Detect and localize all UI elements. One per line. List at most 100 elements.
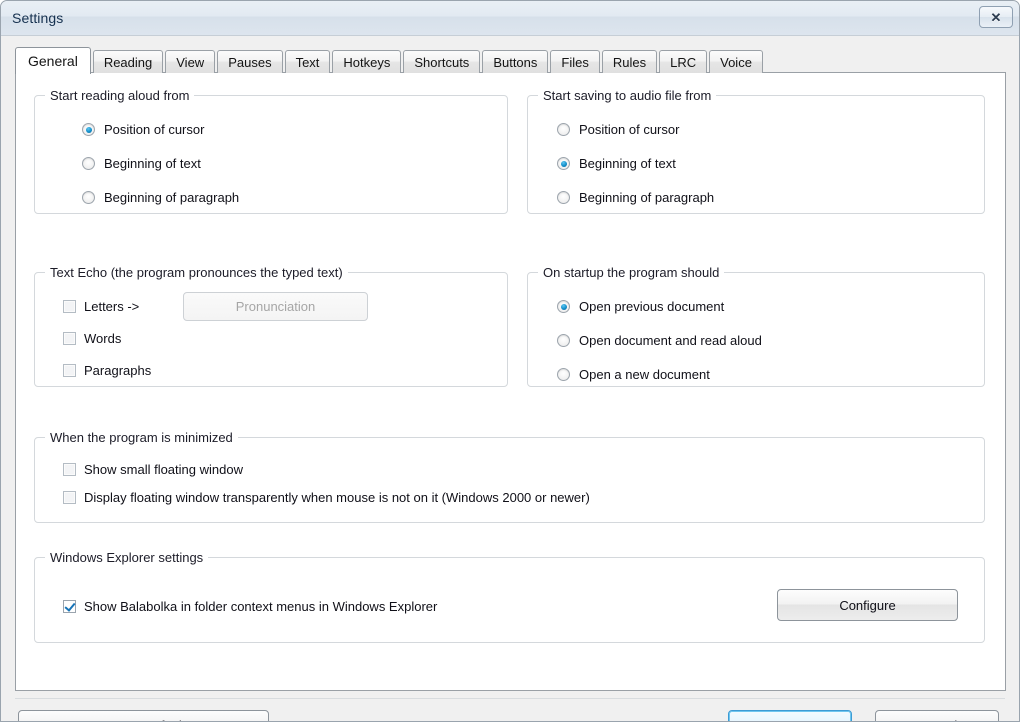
radio-label: Open previous document: [579, 299, 725, 314]
group-text-echo: Text Echo (the program pronounces the ty…: [34, 265, 508, 387]
tab-label: Hotkeys: [343, 54, 391, 70]
button-label: Configure: [839, 597, 896, 613]
checkbox-label: Show Balabolka in folder context menus i…: [84, 599, 438, 614]
checkbox-indicator-icon: [63, 491, 76, 504]
radio-startup-open-and-read-aloud[interactable]: Open document and read aloud: [557, 333, 762, 348]
group-legend: On startup the program should: [538, 265, 725, 280]
tab-hotkeys[interactable]: Hotkeys: [332, 50, 402, 73]
radio-startup-open-previous-document[interactable]: Open previous document: [557, 299, 724, 314]
checkbox-indicator-icon: [63, 600, 76, 613]
radio-saving-beginning-of-paragraph[interactable]: Beginning of paragraph: [557, 190, 714, 205]
checkbox-indicator-icon: [63, 300, 76, 313]
restore-defaults-button[interactable]: Restore Defaults: [18, 710, 269, 721]
group-on-startup: On startup the program should Open previ…: [527, 265, 985, 387]
titlebar: Settings ✕: [1, 1, 1019, 36]
radio-label: Beginning of paragraph: [104, 190, 240, 205]
tab-label: LRC: [670, 54, 697, 70]
radio-label: Position of cursor: [579, 122, 680, 137]
checkbox-text-echo-words[interactable]: Words: [63, 331, 121, 346]
tab-strip: General Reading View Pauses Text Hotkeys…: [15, 47, 1005, 74]
radio-indicator-icon: [82, 123, 95, 136]
cancel-button[interactable]: Cancel: [875, 710, 999, 721]
radio-saving-beginning-of-text[interactable]: Beginning of text: [557, 156, 676, 171]
tab-view[interactable]: View: [165, 50, 216, 73]
checkbox-text-echo-letters[interactable]: Letters ->: [63, 299, 139, 314]
radio-indicator-icon: [82, 191, 95, 204]
checkbox-display-floating-transparently[interactable]: Display floating window transparently wh…: [63, 490, 590, 505]
radio-label: Beginning of text: [104, 156, 201, 171]
tab-buttons[interactable]: Buttons: [482, 50, 549, 73]
tab-pauses[interactable]: Pauses: [217, 50, 283, 73]
radio-label: Open document and read aloud: [579, 333, 762, 348]
tab-label: Pauses: [228, 54, 272, 70]
radio-reading-beginning-of-text[interactable]: Beginning of text: [82, 156, 201, 171]
radio-indicator-icon: [557, 191, 570, 204]
radio-indicator-icon: [557, 334, 570, 347]
radio-label: Position of cursor: [104, 122, 205, 137]
checkbox-label: Paragraphs: [84, 363, 152, 378]
tab-label: Text: [295, 54, 320, 70]
checkbox-label: Display floating window transparently wh…: [84, 490, 590, 505]
group-legend: Start saving to audio file from: [538, 88, 717, 103]
group-legend: Text Echo (the program pronounces the ty…: [45, 265, 348, 280]
ok-button[interactable]: OK: [728, 710, 852, 721]
button-label: OK: [781, 718, 800, 721]
radio-indicator-icon: [557, 157, 570, 170]
pronunciation-button[interactable]: Pronunciation: [183, 292, 368, 321]
tab-label: View: [176, 54, 205, 70]
close-icon: ✕: [990, 9, 1002, 25]
tab-label: Shortcuts: [414, 54, 470, 70]
button-label: Cancel: [917, 718, 957, 721]
close-button[interactable]: ✕: [979, 6, 1013, 28]
radio-startup-open-new-document[interactable]: Open a new document: [557, 367, 710, 382]
tab-general[interactable]: General: [15, 47, 91, 74]
checkbox-indicator-icon: [63, 463, 76, 476]
footer-separator: [15, 698, 1005, 699]
radio-reading-position-of-cursor[interactable]: Position of cursor: [82, 122, 204, 137]
tab-label: Rules: [612, 54, 647, 70]
window-title: Settings: [12, 10, 64, 26]
tab-shortcuts[interactable]: Shortcuts: [403, 50, 481, 73]
checkbox-indicator-icon: [63, 332, 76, 345]
tab-label: Reading: [103, 54, 153, 70]
tab-rules[interactable]: Rules: [601, 50, 658, 73]
tab-text[interactable]: Text: [284, 50, 331, 73]
tab-label: Buttons: [493, 54, 538, 70]
configure-button[interactable]: Configure: [777, 589, 958, 621]
checkbox-show-balabolka-context-menu[interactable]: Show Balabolka in folder context menus i…: [63, 599, 437, 614]
radio-indicator-icon: [557, 368, 570, 381]
radio-reading-beginning-of-paragraph[interactable]: Beginning of paragraph: [82, 190, 239, 205]
checkbox-show-small-floating-window[interactable]: Show small floating window: [63, 462, 243, 477]
tab-voice[interactable]: Voice: [709, 50, 763, 73]
group-legend: When the program is minimized: [45, 430, 238, 445]
radio-indicator-icon: [557, 123, 570, 136]
radio-label: Beginning of text: [579, 156, 676, 171]
tab-panel-general: Start reading aloud from Position of cur…: [15, 72, 1006, 691]
radio-indicator-icon: [82, 157, 95, 170]
group-windows-explorer-settings: Windows Explorer settings Show Balabolka…: [34, 550, 985, 643]
button-label: Restore Defaults: [95, 718, 192, 721]
dialog-body: General Reading View Pauses Text Hotkeys…: [1, 36, 1019, 721]
group-start-saving-audio: Start saving to audio file from Position…: [527, 88, 985, 214]
tab-lrc[interactable]: LRC: [659, 50, 708, 73]
tab-label: Voice: [720, 54, 752, 70]
radio-saving-position-of-cursor[interactable]: Position of cursor: [557, 122, 679, 137]
checkbox-indicator-icon: [63, 364, 76, 377]
tab-files[interactable]: Files: [550, 50, 600, 73]
group-when-minimized: When the program is minimized Show small…: [34, 430, 985, 523]
group-start-reading-aloud: Start reading aloud from Position of cur…: [34, 88, 508, 214]
group-legend: Windows Explorer settings: [45, 550, 209, 565]
tab-reading[interactable]: Reading: [92, 50, 164, 73]
checkbox-label: Words: [84, 331, 122, 346]
radio-indicator-icon: [557, 300, 570, 313]
radio-label: Beginning of paragraph: [579, 190, 715, 205]
tab-label: General: [28, 53, 78, 69]
radio-label: Open a new document: [579, 367, 710, 382]
group-legend: Start reading aloud from: [45, 88, 195, 103]
checkbox-label: Letters ->: [84, 299, 140, 314]
button-label: Pronunciation: [235, 299, 316, 314]
tab-label: Files: [561, 54, 589, 70]
checkbox-text-echo-paragraphs[interactable]: Paragraphs: [63, 363, 151, 378]
checkbox-label: Show small floating window: [84, 462, 243, 477]
settings-window: Settings ✕ General Reading View Pauses T…: [0, 0, 1020, 722]
